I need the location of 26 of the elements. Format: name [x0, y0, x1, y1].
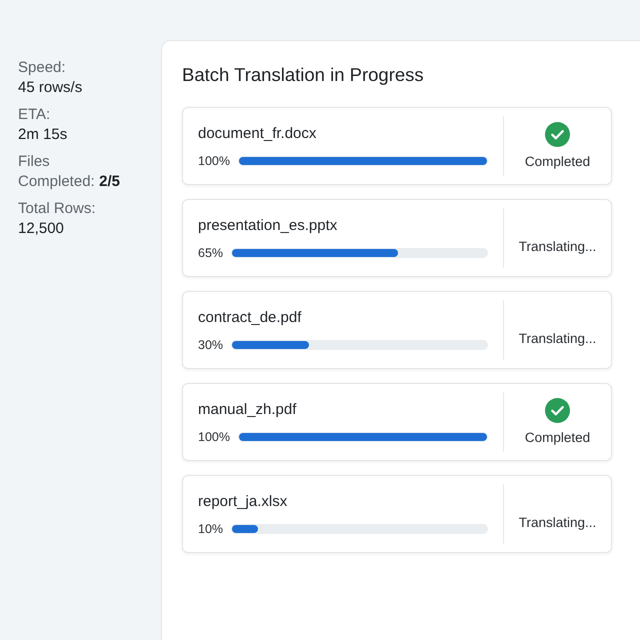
file-name: contract_de.pdf — [198, 308, 302, 328]
status-label: Translating... — [518, 330, 596, 348]
stat-label: Files Completed: — [18, 153, 95, 190]
stat-label: Speed: — [18, 58, 67, 78]
status-label: Translating... — [518, 514, 596, 532]
progress-percent: 10% — [198, 521, 224, 537]
progress-percent: 100% — [198, 429, 230, 445]
status-label: Completed — [524, 152, 590, 170]
check-circle-icon — [545, 122, 570, 146]
file-name: report_ja.xlsx — [198, 492, 288, 512]
stat-label: Total Rows: — [18, 199, 97, 219]
stat-value: 45 rows/s — [18, 78, 84, 98]
stat-value: 2/5 — [99, 173, 120, 190]
file-name: presentation_es.pptx — [198, 216, 338, 236]
file-name: document_fr.docx — [198, 124, 316, 144]
progress-percent: 30% — [198, 337, 224, 353]
stat-value: 2m 15s — [18, 125, 68, 145]
stat-label: ETA: — [18, 105, 52, 125]
file-name: manual_zh.pdf — [198, 400, 296, 420]
panel-title: Batch Translation in Progress — [182, 63, 424, 87]
status-label: Completed — [524, 428, 590, 446]
stat-value: 12,500 — [18, 219, 65, 239]
progress-percent: 65% — [198, 245, 224, 261]
check-circle-icon — [545, 398, 570, 422]
progress-percent: 100% — [198, 153, 230, 169]
status-label: Translating... — [518, 238, 596, 256]
